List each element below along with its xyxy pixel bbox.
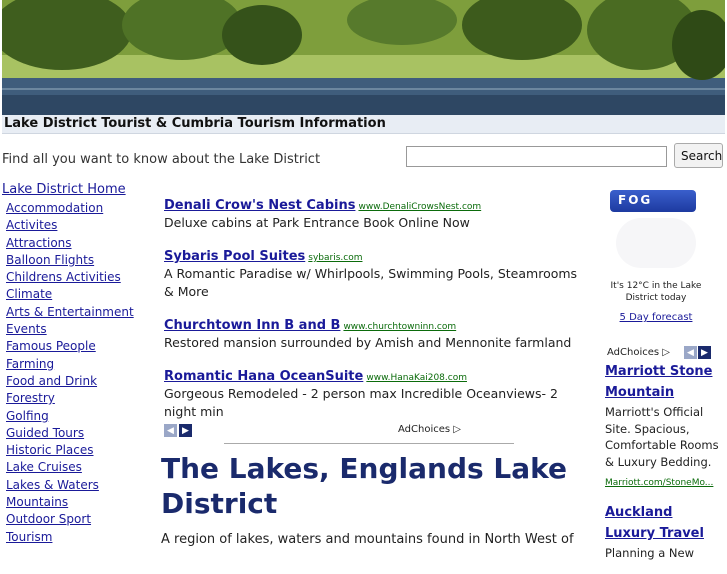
content-divider [224, 443, 514, 444]
ad-title-link[interactable]: Churchtown Inn B and B [164, 318, 340, 333]
sidebar-item: Events [6, 321, 152, 338]
adchoices-triangle-icon: ▷ [453, 424, 461, 435]
sidebar-link-climate[interactable]: Climate [6, 287, 52, 301]
right-ad-description: Marriott's Official Site. Spacious, Comf… [605, 405, 719, 469]
right-ad-item: Marriott Stone Mountain Marriott's Offic… [605, 360, 725, 489]
search-input[interactable] [406, 146, 667, 167]
sidebar-link-attractions[interactable]: Attractions [6, 236, 72, 250]
sidebar-link-famous-people[interactable]: Famous People [6, 339, 96, 353]
sidebar-item: Lakes & Waters [6, 477, 152, 494]
sidebar-link-outdoor-sport[interactable]: Outdoor Sport [6, 512, 91, 526]
sidebar-link-accommodation[interactable]: Accommodation [6, 201, 103, 215]
sidebar-link-balloon-flights[interactable]: Balloon Flights [6, 253, 94, 267]
search-button[interactable]: Search [674, 143, 723, 168]
sidebar-item: Mountains [6, 494, 152, 511]
page-heading: The Lakes, Englands Lake District [161, 452, 567, 520]
site-tagline: Find all you want to know about the Lake… [2, 152, 321, 167]
ad-item: Sybaris Pool Suites sybaris.com A Romanti… [164, 245, 584, 301]
chevron-left-icon[interactable]: ◀ [684, 346, 697, 359]
sidebar-item: Childrens Activities [6, 269, 152, 286]
ad-url-link[interactable]: www.churchtowninn.com [343, 322, 456, 332]
sidebar-item: Outdoor Sport [6, 511, 152, 528]
sidebar-item: Balloon Flights [6, 252, 152, 269]
right-adchoices-link[interactable]: AdChoices ▷ [607, 347, 670, 358]
sidebar-item: Climate [6, 286, 152, 303]
right-ad-url-link[interactable]: Marriott.com/StoneMo... [605, 478, 713, 488]
sidebar-item: Farming [6, 356, 152, 373]
sidebar-item: Activites [6, 217, 152, 234]
ad-url-link[interactable]: www.HanaKai208.com [366, 373, 467, 383]
sidebar-item: Tourism [6, 529, 152, 546]
sidebar-link-arts-entertainment[interactable]: Arts & Entertainment [6, 305, 134, 319]
sidebar-link-golfing[interactable]: Golfing [6, 409, 49, 423]
right-ad-title-link[interactable]: Auckland Luxury Travel [605, 505, 704, 541]
sidebar-item: Lake Cruises [6, 459, 152, 476]
sidebar-link-tourism[interactable]: Tourism [6, 530, 52, 544]
sidebar-link-farming[interactable]: Farming [6, 357, 54, 371]
landscape-illustration [2, 0, 725, 115]
ad-pagination: ◀ ▶ [164, 424, 192, 437]
fog-weather-icon: FOG [610, 190, 696, 212]
weather-widget: FOG It's 12°C in the Lake District today… [606, 190, 706, 323]
sidebar-link-events[interactable]: Events [6, 322, 47, 336]
sidebar-item: Historic Places [6, 442, 152, 459]
sidebar-link-forestry[interactable]: Forestry [6, 391, 55, 405]
adchoices-label: AdChoices [398, 424, 451, 435]
sidebar-item: Attractions [6, 235, 152, 252]
sidebar-nav: Lake District Home Accommodation Activit… [2, 182, 152, 546]
sidebar-link-food-and-drink[interactable]: Food and Drink [6, 374, 97, 388]
ad-url-link[interactable]: www.DenaliCrowsNest.com [358, 202, 481, 212]
ad-title-link[interactable]: Sybaris Pool Suites [164, 249, 305, 264]
ad-description: Gorgeous Remodeled - 2 person max Incred… [164, 386, 558, 419]
sidebar-item: Food and Drink [6, 373, 152, 390]
adchoices-label: AdChoices [607, 347, 660, 358]
sidebar-item: Arts & Entertainment [6, 304, 152, 321]
ad-item: Denali Crow's Nest Cabins www.DenaliCrows… [164, 194, 584, 232]
right-ad-pagination: ◀ ▶ [684, 346, 711, 359]
chevron-left-icon[interactable]: ◀ [164, 424, 177, 437]
sidebar-link-guided-tours[interactable]: Guided Tours [6, 426, 84, 440]
right-ad-title-link[interactable]: Marriott Stone Mountain [605, 364, 712, 400]
chevron-right-icon[interactable]: ▶ [698, 346, 711, 359]
sidebar-link-lake-cruises[interactable]: Lake Cruises [6, 460, 82, 474]
adchoices-link[interactable]: AdChoices ▷ [398, 424, 461, 435]
weather-summary: It's 12°C in the Lake District today [610, 281, 702, 303]
chevron-right-icon[interactable]: ▶ [179, 424, 192, 437]
ad-item: Churchtown Inn B and Bwww.churchtowninn.… [164, 314, 584, 352]
site-title: Lake District Tourist & Cumbria Tourism … [2, 115, 725, 134]
sidebar-link-lakes-waters[interactable]: Lakes & Waters [6, 478, 99, 492]
ad-title-link[interactable]: Romantic Hana OceanSuite [164, 369, 363, 384]
forecast-link[interactable]: 5 Day forecast [606, 312, 706, 323]
sidebar-item: Golfing [6, 408, 152, 425]
sidebar-link-mountains[interactable]: Mountains [6, 495, 68, 509]
right-ad-description: Planning a New [605, 546, 694, 560]
sidebar-item: Famous People [6, 338, 152, 355]
sidebar-link-activites[interactable]: Activites [6, 218, 57, 232]
right-ad-block: Marriott Stone Mountain Marriott's Offic… [605, 360, 725, 574]
ad-block: Denali Crow's Nest Cabins www.DenaliCrows… [164, 194, 584, 434]
right-ad-item: Auckland Luxury Travel Planning a New [605, 501, 725, 562]
cloud-icon [616, 218, 696, 268]
sidebar-item: Forestry [6, 390, 152, 407]
ad-item: Romantic Hana OceanSuite www.HanaKai208.c… [164, 365, 584, 421]
sidebar-item: Accommodation [6, 200, 152, 217]
sidebar-item: Guided Tours [6, 425, 152, 442]
ad-description: Deluxe cabins at Park Entrance Book Onli… [164, 215, 470, 230]
ad-url-link[interactable]: sybaris.com [308, 253, 362, 263]
sidebar-home-link[interactable]: Lake District Home [2, 182, 152, 197]
header-banner-image [2, 0, 725, 115]
sidebar-link-childrens-activities[interactable]: Childrens Activities [6, 270, 121, 284]
ad-description: A Romantic Paradise w/ Whirlpools, Swimm… [164, 266, 578, 299]
adchoices-triangle-icon: ▷ [662, 347, 670, 358]
ad-title-link[interactable]: Denali Crow's Nest Cabins [164, 198, 355, 213]
sidebar-list: Accommodation Activites Attractions Ball… [2, 200, 152, 546]
sidebar-link-historic-places[interactable]: Historic Places [6, 443, 94, 457]
ad-description: Restored mansion surrounded by Amish and… [164, 335, 572, 350]
